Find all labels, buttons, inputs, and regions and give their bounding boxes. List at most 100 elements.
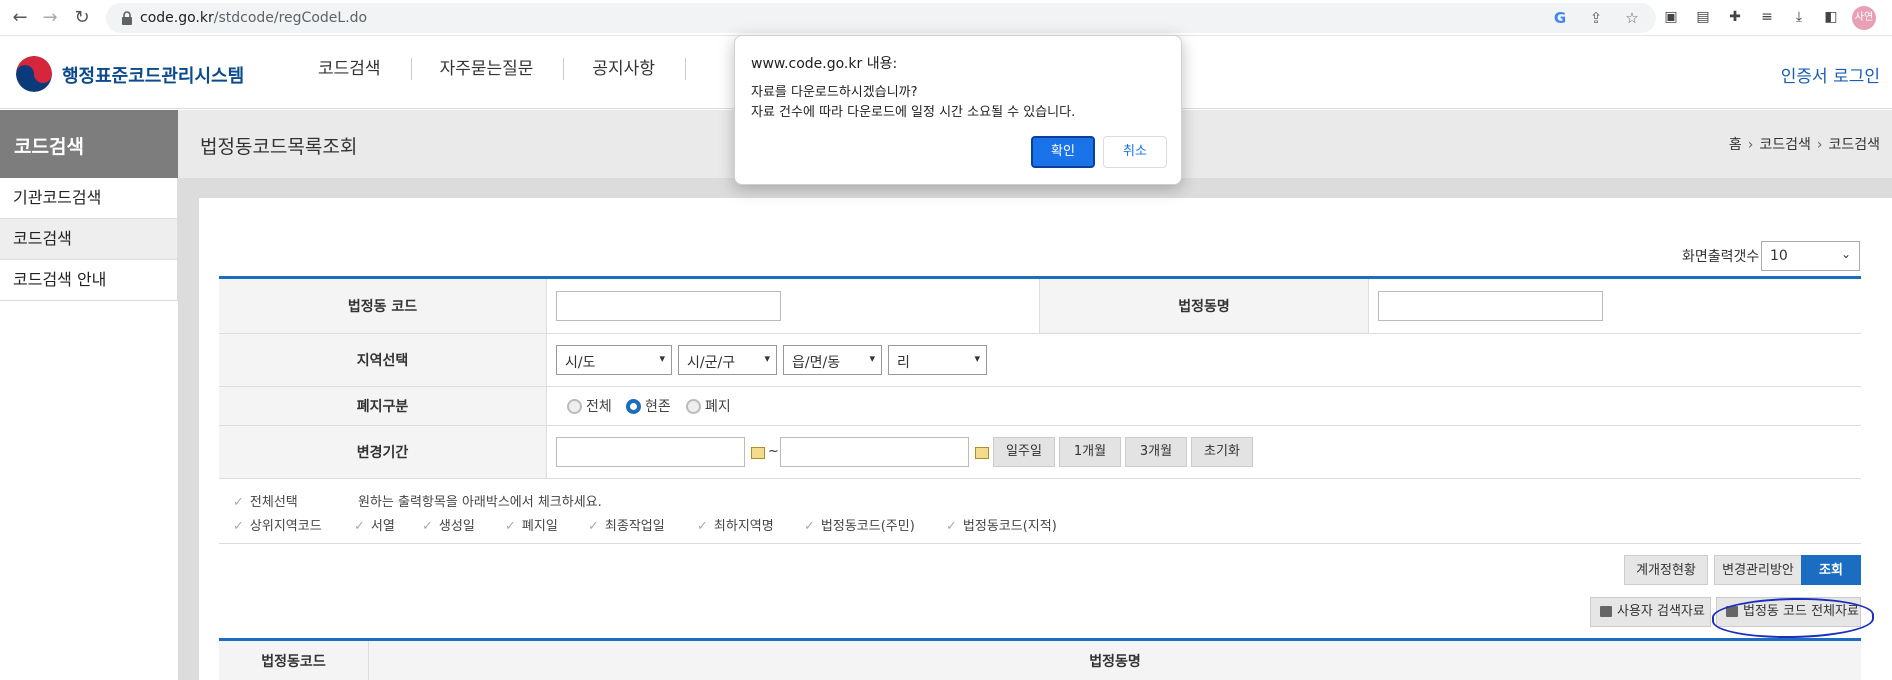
bookmark-star-icon[interactable]: ☆ [1622, 8, 1642, 28]
period-end-input[interactable] [780, 437, 969, 467]
form-row-period: 변경기간 ~ 일주일 1개월 3개월 초기화 [219, 426, 1861, 479]
check-parent-region-code[interactable]: ✓ 상위지역코드 [233, 515, 322, 534]
breadcrumb-current: 코드검색 [1828, 137, 1880, 153]
check-icon: ✓ [804, 519, 815, 534]
share-icon[interactable]: ⇪ [1586, 8, 1606, 28]
puzzle-icon[interactable]: ✚ [1724, 6, 1746, 28]
period-label: 변경기간 [219, 426, 547, 478]
status-label: 폐지구분 [219, 387, 547, 425]
back-icon[interactable]: ← [8, 6, 32, 30]
check-code-resident[interactable]: ✓ 법정동코드(주민) [804, 515, 915, 534]
search-button[interactable]: 조회 [1801, 555, 1861, 585]
breadcrumb-home[interactable]: 홈 [1729, 137, 1742, 153]
dialog-message-line: 자료 건수에 따라 다운로드에 일정 시간 소요될 수 있습니다. [751, 105, 1076, 120]
change-plan-button[interactable]: 변경관리방안 [1714, 555, 1802, 585]
extension-icon[interactable]: ▣ [1660, 6, 1682, 28]
sidebar-item-code-search[interactable]: 코드검색 [0, 219, 178, 260]
global-nav: 코드검색 자주묻는질문 공지사항 [290, 58, 686, 80]
check-icon: ✓ [588, 519, 599, 534]
calendar-icon[interactable] [751, 447, 765, 459]
check-icon: ✓ [233, 495, 244, 510]
check-last-work-date[interactable]: ✓ 최종작업일 [588, 515, 665, 534]
check-code-cadastral[interactable]: ✓ 법정동코드(지적) [946, 515, 1057, 534]
breadcrumb-item[interactable]: 코드검색 [1759, 137, 1811, 153]
profile-avatar[interactable]: 사연 [1852, 6, 1876, 30]
government-logo-icon[interactable] [16, 56, 52, 92]
check-created-date[interactable]: ✓ 생성일 [422, 515, 475, 534]
google-icon[interactable]: G [1550, 8, 1570, 28]
chevron-down-icon: ▾ [869, 352, 875, 365]
check-order[interactable]: ✓ 서열 [354, 515, 395, 534]
sido-select[interactable]: 시/도 ▾ [556, 345, 672, 375]
check-label: 폐지일 [521, 519, 558, 534]
chevron-down-icon: ▾ [974, 352, 980, 365]
radio-icon [567, 398, 582, 414]
site-logo-text[interactable]: 행정표준코드관리시스템 [62, 62, 244, 88]
period-reset-button[interactable]: 초기화 [1191, 437, 1253, 467]
reload-icon[interactable]: ↻ [70, 6, 94, 30]
sigungu-select[interactable]: 시/군/구 ▾ [678, 345, 777, 375]
browser-toolbar: ← → ↻ code.go.kr/stdcode/regCodeL.do G ⇪… [0, 0, 1892, 36]
column-header-code: 법정동코드 [219, 641, 369, 680]
check-icon: ✓ [505, 519, 516, 534]
eupmyeondong-value: 읍/면/동 [792, 355, 841, 371]
sidebar-item-code-search-guide[interactable]: 코드검색 안내 [0, 260, 178, 301]
code-input[interactable] [556, 291, 781, 321]
chevron-right-icon: › [1747, 137, 1754, 153]
period-week-button[interactable]: 일주일 [993, 437, 1055, 467]
name-cell [1369, 279, 1861, 333]
check-icon: ✓ [697, 519, 708, 534]
dialog-cancel-button[interactable]: 취소 [1103, 136, 1167, 168]
reading-list-icon[interactable]: ≡ [1756, 6, 1778, 28]
ri-select[interactable]: 리 ▾ [888, 345, 987, 375]
select-all-check[interactable]: ✓ 전체선택 [233, 491, 298, 510]
check-icon: ✓ [233, 519, 244, 534]
check-label: 상위지역코드 [249, 519, 322, 534]
result-table-header: 법정동코드 법정동명 [219, 638, 1861, 680]
sidebar-item-agency-code-search[interactable]: 기관코드검색 [0, 178, 178, 219]
side-panel-icon[interactable]: ◧ [1820, 6, 1842, 28]
status-radio-abolished[interactable]: 폐지 [686, 387, 731, 425]
eupmyeondong-select[interactable]: 읍/면/동 ▾ [783, 345, 882, 375]
button-label: 사용자 검색자료 [1617, 604, 1705, 619]
nav-item-code-search[interactable]: 코드검색 [290, 58, 412, 80]
code-cell [547, 279, 1039, 333]
sidebar-title: 코드검색 [0, 110, 178, 178]
period-3month-button[interactable]: 3개월 [1125, 437, 1187, 467]
chevron-down-icon: ▾ [764, 352, 770, 365]
sido-value: 시/도 [565, 355, 596, 371]
revision-status-button[interactable]: 계개정현황 [1624, 555, 1708, 585]
forward-icon[interactable]: → [38, 6, 62, 30]
dialog-title: www.code.go.kr 내용: [751, 56, 898, 72]
radio-icon [686, 398, 701, 414]
nav-item-faq[interactable]: 자주묻는질문 [412, 58, 565, 80]
status-radio-existing[interactable]: 현존 [626, 387, 671, 425]
nav-item-notice[interactable]: 공지사항 [564, 58, 686, 80]
radio-label: 전체 [586, 399, 612, 415]
name-label: 법정동명 [1039, 279, 1369, 333]
rows-per-page-label: 화면출력갯수 [1682, 249, 1760, 265]
status-radio-all[interactable]: 전체 [567, 387, 612, 425]
extension-icon[interactable]: ▤ [1692, 6, 1714, 28]
download-user-data-button[interactable]: 사용자 검색자료 [1590, 597, 1711, 627]
address-bar[interactable]: code.go.kr/stdcode/regCodeL.do G ⇪ ☆ [106, 3, 1656, 33]
breadcrumb: 홈 › 코드검색 › 코드검색 [1729, 134, 1880, 154]
check-icon: ✓ [422, 519, 433, 534]
column-header-name: 법정동명 [1089, 653, 1141, 670]
certificate-login-link[interactable]: 인증서 로그인 [1781, 62, 1880, 87]
period-1month-button[interactable]: 1개월 [1059, 437, 1121, 467]
dialog-ok-button[interactable]: 확인 [1031, 136, 1095, 168]
dialog-message-line: 자료를 다운로드하시겠습니까? [751, 85, 918, 100]
download-confirm-dialog: www.code.go.kr 내용: 자료를 다운로드하시겠습니까? 자료 건수… [734, 35, 1182, 185]
download-icon[interactable]: ⤓ [1788, 6, 1810, 28]
check-label: 법정동코드(주민) [820, 519, 915, 534]
name-input[interactable] [1378, 291, 1603, 321]
options-hint: 원하는 출력항목을 아래박스에서 체크하세요. [358, 495, 602, 510]
check-abolished-date[interactable]: ✓ 폐지일 [505, 515, 558, 534]
period-start-input[interactable] [556, 437, 745, 467]
form-row-code: 법정동 코드 법정동명 [219, 279, 1861, 334]
calendar-icon[interactable] [975, 447, 989, 459]
rows-per-page-value: 10 [1770, 248, 1788, 264]
check-lowest-region-name[interactable]: ✓ 최하지역명 [697, 515, 774, 534]
rows-per-page-select[interactable]: 10 ⌄ [1761, 241, 1860, 271]
